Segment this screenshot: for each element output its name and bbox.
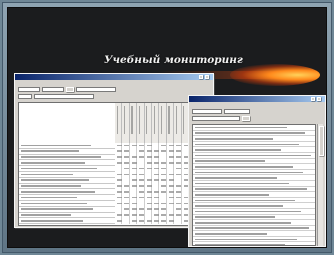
student-name-cell [21,185,81,187]
apply-button[interactable] [242,116,250,121]
close-icon[interactable] [205,75,209,79]
column-header [122,103,130,143]
student-name-cell [21,144,91,147]
grade-cell[interactable] [152,218,160,225]
filter-field-1[interactable] [192,109,222,114]
student-name-cell [21,179,89,182]
list-item-text [195,188,307,191]
window-right-menubar [189,102,325,107]
column-header [166,103,175,143]
student-name-cell [21,202,87,205]
filter-field-3[interactable] [76,87,116,92]
filter-field-2[interactable] [42,87,64,92]
list-item-text [195,193,269,196]
student-name-cell [21,156,101,158]
grade-cell[interactable] [174,218,182,225]
minimize-icon[interactable] [311,97,315,101]
column-header [144,103,152,143]
monitoring-window-right [188,95,326,247]
list-item-text [195,177,277,179]
minimize-icon[interactable] [199,75,203,79]
column-header [137,103,145,143]
record-select[interactable] [192,116,240,121]
window-left-filter-row [18,87,116,92]
title-glow [230,64,320,86]
column-header [159,103,167,143]
student-name-cell [21,190,95,193]
list-item-text [195,210,301,213]
student-name-cell [21,161,85,164]
column-header [152,103,160,143]
window-right-scrollbar[interactable] [317,124,324,246]
filter-field-2[interactable] [224,109,250,114]
close-icon[interactable] [317,97,321,101]
presentation-slide: Учебный мониторинг [7,7,327,248]
student-name-cell [21,214,71,216]
list-item-text [195,165,293,168]
slide-title: Учебный мониторинг [104,54,243,66]
scroll-thumb[interactable] [318,126,324,156]
list-item[interactable] [193,242,315,245]
column-header [129,103,138,143]
student-name-cell [21,167,97,170]
column-header [174,103,182,143]
grade-cell[interactable] [122,218,130,225]
list-item-text [195,149,281,151]
student-name-cell [21,196,77,199]
list-item-text [195,126,287,129]
records-list [192,124,316,246]
grades-table [18,102,196,226]
window-left-menubar [15,80,213,85]
list-item-text [195,143,299,146]
student-name-cell [21,150,79,153]
list-item-text [195,244,285,245]
list-item-text [195,154,311,157]
grade-cell[interactable] [159,218,167,225]
list-item-text [195,238,297,241]
list-item-text [195,171,303,174]
student-name-cell [21,208,93,211]
subject-select[interactable] [34,94,94,99]
window-right-select-row [192,116,250,121]
window-right-filter-row [192,109,250,114]
student-name-cell [21,173,73,176]
list-item-text [195,221,291,224]
list-item-text [195,233,267,235]
window-left-select-row [18,94,94,99]
list-item-text [195,182,289,185]
column-header [115,103,123,143]
group-select[interactable] [18,94,32,99]
grade-cell[interactable] [130,218,138,225]
list-item-text [195,132,305,135]
grade-cell[interactable] [137,218,145,225]
list-item-text [195,137,273,140]
grade-cell[interactable] [115,218,123,225]
table-row[interactable] [19,218,115,225]
filter-button[interactable] [66,87,74,92]
window-left-titlebar [15,74,213,80]
list-item-text [195,199,295,202]
student-name-cell [21,219,83,222]
student-names-column [19,143,115,225]
filter-field-1[interactable] [18,87,40,92]
window-right-titlebar [189,96,325,102]
grade-cell[interactable] [145,218,152,225]
monitoring-window-left [14,73,214,228]
list-item-text [195,205,283,207]
list-item-text [195,227,309,230]
list-item-text [195,216,275,218]
list-item-text [195,160,265,163]
grade-cell[interactable] [167,218,175,225]
